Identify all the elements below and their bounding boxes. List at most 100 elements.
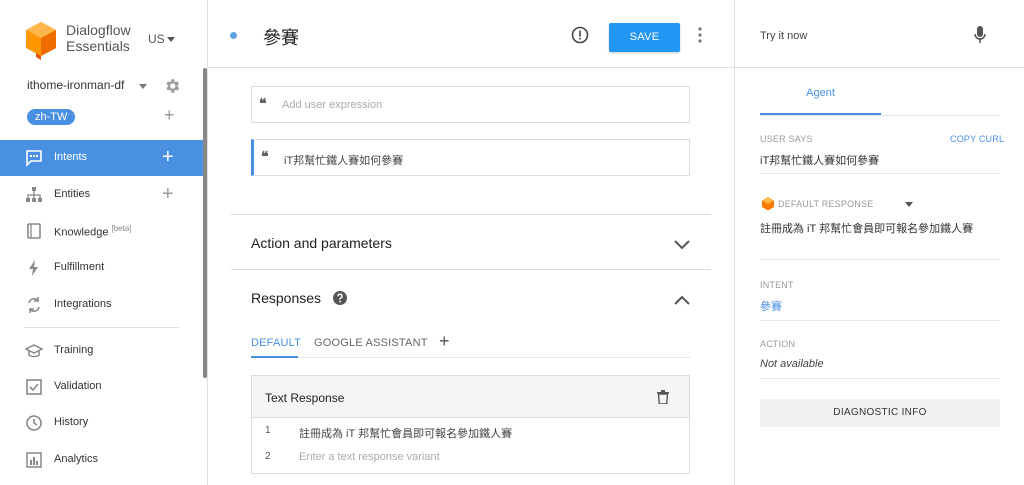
sidebar-divider [24,327,179,328]
sidebar-item-knowledge[interactable]: Knowledge [beta] [0,213,203,249]
alert-circle-icon[interactable] [571,26,589,44]
checkbox-icon [26,379,42,395]
beta-badge: [beta] [111,224,132,233]
text-response-card: Text Response 1 註冊成為 iT 邦幫忙會員即可報名參加鐵人賽 2… [251,375,690,474]
sidebar-item-label: Training [54,344,94,356]
brand-name: Dialogflow Essentials [66,22,131,54]
sitemap-icon [26,187,42,202]
sidebar-item-integrations[interactable]: Integrations [0,287,203,323]
training-phrase-item[interactable]: ❝ iT邦幫忙鐵人賽如何參賽 [251,139,690,176]
trash-icon[interactable] [657,390,669,404]
knowledge-label: Knowledge [54,226,109,239]
section-divider [760,259,1000,260]
caret-down-icon[interactable] [139,84,147,89]
text-response-title: Text Response [265,391,345,405]
intent-link[interactable]: 參賽 [760,298,782,314]
try-it-now-input[interactable]: Try it now [760,30,807,42]
text-response-row[interactable]: 2 Enter a text response variant [252,444,689,470]
agent-name: ithome-ironman-df [27,78,125,92]
microphone-icon[interactable] [974,26,986,44]
action-value: Not available [760,358,824,370]
quote-icon: ❝ [261,149,269,165]
tab-default[interactable]: DEFAULT [251,337,301,349]
chat-bubble-icon [26,150,42,167]
caret-down-icon [166,37,175,43]
tab-divider [760,115,1000,116]
dialogflow-logo-icon [26,22,56,60]
add-platform-icon[interactable]: + [439,331,450,352]
sidebar-item-label: Knowledge [beta] [54,224,132,239]
save-button[interactable]: SAVE [609,23,680,52]
sidebar-item-training[interactable]: Training [0,333,203,369]
row-number: 1 [265,425,271,436]
region-selector[interactable]: US [148,32,175,46]
intent-status-dot [230,32,237,39]
sidebar-item-history[interactable]: History [0,405,203,441]
add-language-icon[interactable]: + [164,105,175,126]
default-response-label: DEFAULT RESPONSE [778,199,874,209]
clock-icon [26,415,42,431]
try-it-now-bar[interactable]: Try it now [735,0,1024,68]
action-parameters-title[interactable]: Action and parameters [251,235,392,251]
user-says-value: iT邦幫忙鐵人賽如何參賽 [760,155,880,167]
chevron-up-icon[interactable] [674,295,690,305]
response-platform-tabs: DEFAULT GOOGLE ASSISTANT + [251,331,690,358]
chevron-down-icon[interactable] [674,240,690,250]
intent-label: INTENT [760,280,794,290]
sidebar-item-label: Integrations [54,298,112,310]
caret-down-icon[interactable] [905,202,913,207]
sidebar-item-label: Intents [54,151,88,163]
agent-selector[interactable]: ithome-ironman-df [27,78,187,96]
diagnostic-info-button[interactable]: DIAGNOSTIC INFO [760,399,1000,427]
gear-icon[interactable] [163,77,181,95]
bar-chart-icon [26,452,42,468]
add-expression-input[interactable]: ❝ Add user expression [251,86,690,123]
brand-name-line2: Essentials [66,38,130,54]
text-response-value[interactable]: 註冊成為 iT 邦幫忙會員即可報名參加鐵人賽 [299,425,512,441]
default-response-value: 註冊成為 iT 邦幫忙會員即可報名參加鐵人賽 [760,223,974,235]
row-number: 2 [265,451,271,462]
dialogflow-small-logo-icon [762,197,774,211]
section-divider [760,378,1000,379]
section-divider [760,320,1000,321]
add-intent-icon[interactable]: + [162,146,174,169]
brand-name-line1: Dialogflow [66,22,131,38]
sidebar-item-label: Entities [54,188,91,200]
tab-agent[interactable]: Agent [760,80,881,115]
language-chip[interactable]: zh-TW [27,109,76,125]
tab-google-assistant[interactable]: GOOGLE ASSISTANT [314,337,428,349]
help-circle-icon[interactable] [333,291,347,305]
training-phrase-text: iT邦幫忙鐵人賽如何參賽 [284,155,404,167]
action-label: ACTION [760,339,796,349]
sidebar-item-entities[interactable]: Entities + [0,177,203,213]
responses-title[interactable]: Responses [251,290,321,306]
copy-curl-link[interactable]: COPY CURL [950,134,1004,144]
sidebar-item-validation[interactable]: Validation [0,369,203,405]
sidebar-item-intents[interactable]: Intents + [0,140,203,176]
intent-editor: 參賽 SAVE ❝ Add user expression ❝ iT邦幫忙鐵人賽… [208,0,734,485]
text-response-variant-input[interactable]: Enter a text response variant [299,451,440,463]
section-divider [231,214,711,215]
lightning-bolt-icon [29,260,38,276]
text-response-header: Text Response [252,376,689,418]
text-response-row[interactable]: 1 註冊成為 iT 邦幫忙會員即可報名參加鐵人賽 [252,418,689,444]
brand[interactable]: Dialogflow Essentials US [24,18,204,62]
sidebar-scrollbar[interactable] [203,68,207,378]
user-says-label: USER SAYS [760,134,813,144]
sidebar-item-analytics[interactable]: Analytics [0,442,203,478]
intent-title[interactable]: 參賽 [263,24,299,50]
section-divider [231,269,711,270]
add-entity-icon[interactable]: + [162,183,174,206]
sync-arrows-icon [28,297,40,313]
section-divider [760,173,1000,174]
add-expression-placeholder: Add user expression [282,99,383,111]
quote-icon: ❝ [259,96,267,112]
sidebar-item-fulfillment[interactable]: Fulfillment [0,250,203,286]
sidebar-item-label: Fulfillment [54,261,105,273]
graduation-cap-icon [25,344,43,358]
book-icon [27,223,41,239]
sidebar-item-label: Validation [54,380,102,392]
language-row: zh-TW + [27,105,187,126]
more-vertical-icon[interactable] [698,27,702,43]
intent-header: 參賽 SAVE [208,0,734,68]
